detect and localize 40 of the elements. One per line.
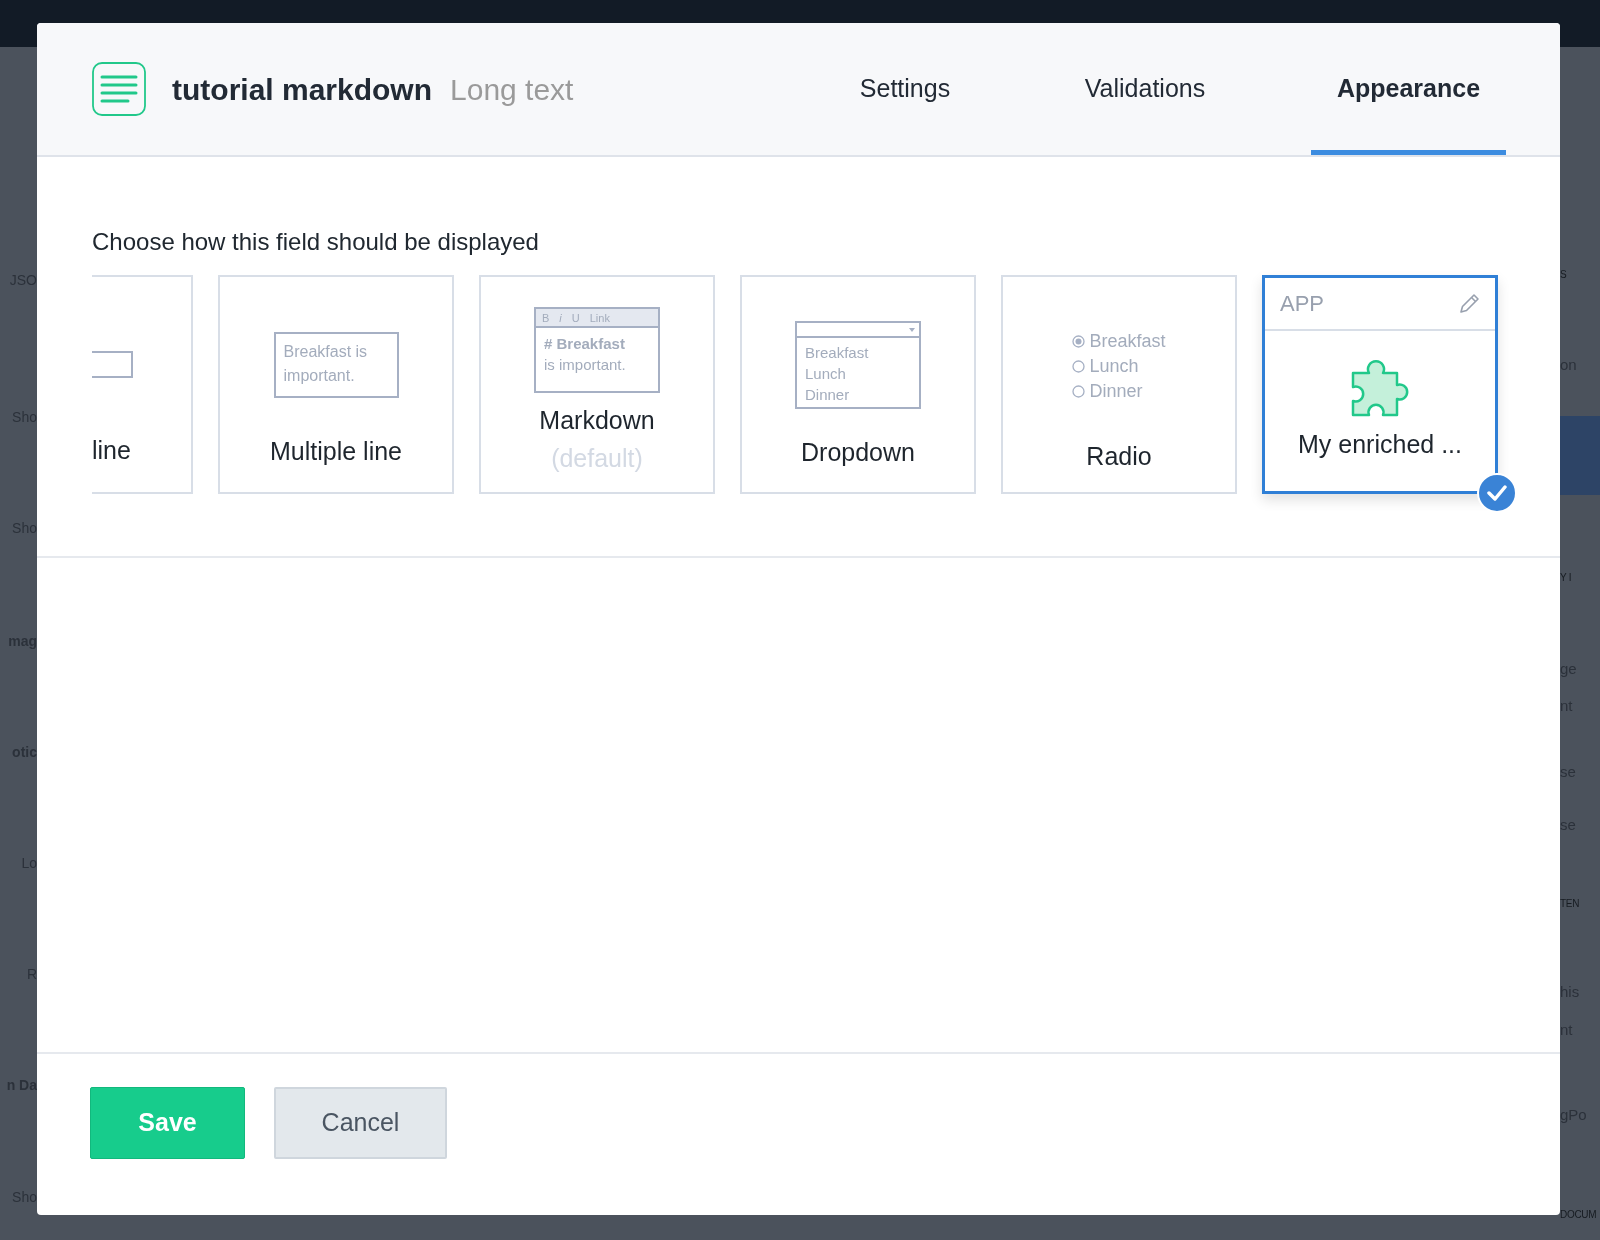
radio-label: Breakfast [1089,330,1166,353]
dropdown-item: Dinner [805,385,851,405]
radio-label: Lunch [1089,355,1139,378]
text-lines-icon [92,62,146,116]
backdrop-heading: DOCUM [1560,1208,1597,1222]
toolbar-label: B [542,311,550,324]
prompt-text: Choose how this field should be displayed [92,227,540,257]
option-label: Multiple line [270,436,402,466]
cancel-button[interactable]: Cancel [274,1087,447,1159]
backdrop-heading: TEN [1560,897,1580,911]
toolbar-label: Link [589,311,610,324]
textarea-preview: Breakfast is important. [273,332,399,398]
dropdown-item: Lunch [805,364,847,384]
display-option-card[interactable]: line [92,275,193,494]
option-label: My enriched ... [1298,429,1462,459]
option-label: Dropdown [801,437,915,467]
toolbar-label: U [571,311,580,324]
field-type: Long text [450,71,574,108]
tab[interactable]: Validations [1025,23,1265,155]
toolbar-label: i [559,311,562,324]
backdrop-heading: S [1560,268,1567,282]
tab[interactable]: Settings [785,23,1025,155]
puzzle-piece-icon [1349,357,1411,419]
option-label: Radio [1086,441,1152,471]
field-name: tutorial markdown [172,71,433,108]
dropdown-item: Breakfast [805,343,870,363]
display-option-card[interactable]: Breakfast is important. Multiple line [218,275,454,494]
radio-label: Dinner [1089,380,1143,403]
app-tag-label: APP [1280,290,1325,318]
display-option-card[interactable]: Breakfast Lunch Dinner Dropdown [740,275,976,494]
pencil-icon[interactable] [1458,292,1480,315]
tab[interactable]: Appearance [1311,23,1506,155]
option-label: line [92,435,131,465]
text-input-preview [92,351,133,378]
option-label: Markdown [539,405,655,435]
caret-icon [909,327,915,332]
display-option-card[interactable]: APP My enriched ... [1262,275,1498,494]
display-option-card[interactable]: Breakfast Lunch Dinner Radio [1001,275,1237,494]
preview-heading: # Breakfast [543,334,626,354]
preview-text: is important. [543,355,627,375]
